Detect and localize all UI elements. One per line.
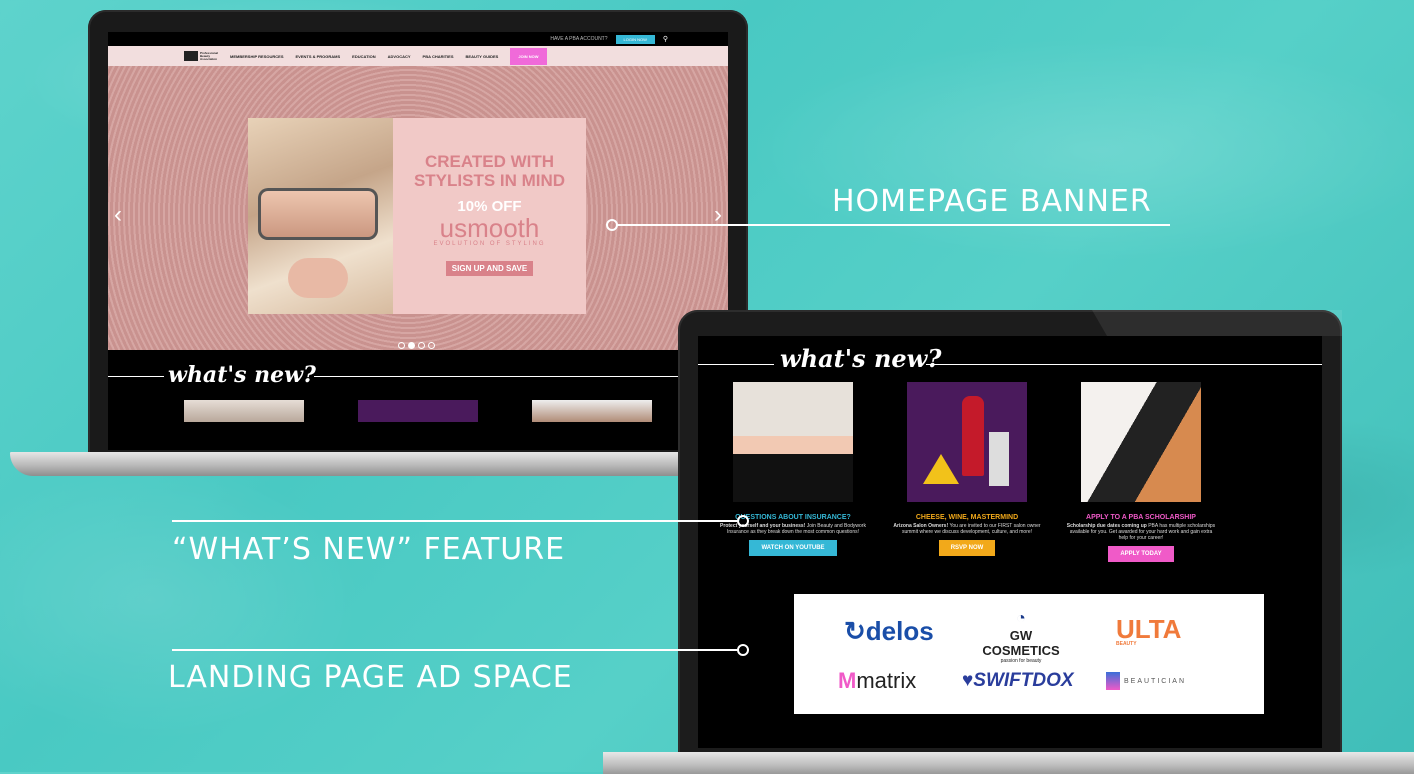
- account-text: HAVE A PBA ACCOUNT?: [550, 36, 608, 42]
- join-now-button[interactable]: JOIN NOW: [510, 47, 547, 65]
- callout-dot: [737, 515, 749, 527]
- curling-iron-shape: [258, 188, 378, 240]
- carousel-dot[interactable]: [428, 342, 435, 349]
- chess-rook-icon: [989, 432, 1009, 486]
- banner-headline-2: STYLISTS IN MIND: [413, 171, 566, 190]
- gw-cosmetics-logo[interactable]: ◔ GW COSMETICS passion for beauty: [976, 610, 1066, 664]
- login-button[interactable]: LOGIN NOW: [615, 34, 655, 44]
- laptop-homepage: HAVE A PBA ACCOUNT? LOGIN NOW ⚲ Professi…: [88, 10, 748, 455]
- news-thumb[interactable]: [184, 400, 304, 422]
- news-photo[interactable]: [907, 382, 1027, 502]
- hand-shape: [288, 258, 348, 298]
- callout-homepage-banner: HOMEPAGE BANNER: [832, 184, 1152, 219]
- homepage-banner: ‹ › CREATED WITH STYLISTS IN MIND 10% OFF…: [108, 66, 728, 362]
- news-card-insurance: QUESTIONS ABOUT INSURANCE? Protect yours…: [698, 382, 888, 556]
- nav-events[interactable]: EVENTS & PROGRAMS: [296, 54, 341, 59]
- banner-brand: usmooth: [439, 213, 540, 243]
- card-heading: CHEESE, WINE, MASTERMIND: [915, 514, 1019, 521]
- cheese-icon: [923, 454, 959, 484]
- top-utility-bar: HAVE A PBA ACCOUNT? LOGIN NOW ⚲: [108, 32, 728, 46]
- nav-advocacy[interactable]: ADVOCACY: [388, 54, 411, 59]
- divider: [314, 376, 728, 377]
- ad-space: ↻delos ◔ GW COSMETICS passion for beauty U…: [794, 594, 1264, 714]
- news-photo[interactable]: [1081, 382, 1201, 502]
- beautician-logo[interactable]: BEAUTICIAN: [1106, 672, 1186, 690]
- banner-headline-1: CREATED WITH: [424, 152, 555, 171]
- homepage-screen: HAVE A PBA ACCOUNT? LOGIN NOW ⚲ Professi…: [108, 32, 728, 450]
- card-heading: APPLY TO A PBA SCHOLARSHIP: [1086, 514, 1196, 521]
- whats-new-section: what's new?: [108, 350, 728, 450]
- callout-whats-new: “WHAT’S NEW” FEATURE: [172, 532, 566, 567]
- wine-bottle-icon: [962, 396, 984, 476]
- nav-charities[interactable]: PBA CHARITIES: [423, 54, 454, 59]
- apply-today-button[interactable]: APPLY TODAY: [1108, 546, 1174, 562]
- nav-education[interactable]: EDUCATION: [352, 54, 375, 59]
- divider: [108, 376, 164, 377]
- search-icon[interactable]: ⚲: [663, 35, 668, 43]
- news-thumb[interactable]: [358, 400, 478, 422]
- rsvp-now-button[interactable]: RSVP NOW: [938, 540, 996, 556]
- nav-membership[interactable]: MEMBERSHIP RESOURCES: [230, 54, 284, 59]
- callout-dot: [737, 644, 749, 656]
- whats-new-title: what's new?: [168, 362, 316, 388]
- banner-ad[interactable]: CREATED WITH STYLISTS IN MIND 10% OFF usm…: [393, 118, 586, 314]
- laptop-base: [603, 752, 1414, 774]
- news-card-scholarship: APPLY TO A PBA SCHOLARSHIP Scholarship d…: [1046, 382, 1236, 562]
- banner-photo: [248, 118, 393, 314]
- callout-ad-space: LANDING PAGE AD SPACE: [168, 660, 573, 695]
- callout-line: [172, 649, 738, 651]
- news-thumb[interactable]: [532, 400, 652, 422]
- banner-tagline: EVOLUTION OF STYLING: [433, 241, 546, 247]
- carousel-dots: [398, 342, 435, 349]
- laptop-whats-new: what's new? QUESTIONS ABOUT INSURANCE? P…: [678, 310, 1342, 754]
- carousel-dot[interactable]: [418, 342, 425, 349]
- news-photo[interactable]: [733, 382, 853, 502]
- nav-beauty-guides[interactable]: BEAUTY GUIDES: [466, 54, 499, 59]
- callout-line: [172, 520, 738, 522]
- banner-cta-button[interactable]: SIGN UP AND SAVE: [445, 261, 534, 276]
- screen-gloss: [1092, 310, 1342, 336]
- news-card-mastermind: CHEESE, WINE, MASTERMIND Arizona Salon O…: [872, 382, 1062, 556]
- whats-new-title: what's new?: [780, 344, 942, 373]
- whats-new-screen: what's new? QUESTIONS ABOUT INSURANCE? P…: [698, 336, 1322, 748]
- watch-on-youtube-button[interactable]: WATCH ON YOUTUBE: [749, 540, 837, 556]
- ulta-logo[interactable]: ULTA BEAUTY: [1116, 614, 1181, 647]
- swiftdox-logo[interactable]: ♥SWIFTDOX: [962, 670, 1074, 692]
- main-nav: Professional Beauty Association MEMBERSH…: [108, 46, 728, 66]
- divider: [926, 364, 1322, 365]
- callout-line: [616, 224, 1170, 226]
- carousel-dot[interactable]: [398, 342, 405, 349]
- prev-arrow-icon[interactable]: ‹: [114, 201, 122, 229]
- divider: [698, 364, 774, 365]
- laptop-base: [10, 452, 770, 476]
- matrix-logo[interactable]: Mmatrix: [838, 668, 916, 694]
- delos-logo[interactable]: ↻delos: [844, 616, 934, 647]
- carousel-dot[interactable]: [408, 342, 415, 349]
- pba-logo[interactable]: Professional Beauty Association: [184, 50, 218, 62]
